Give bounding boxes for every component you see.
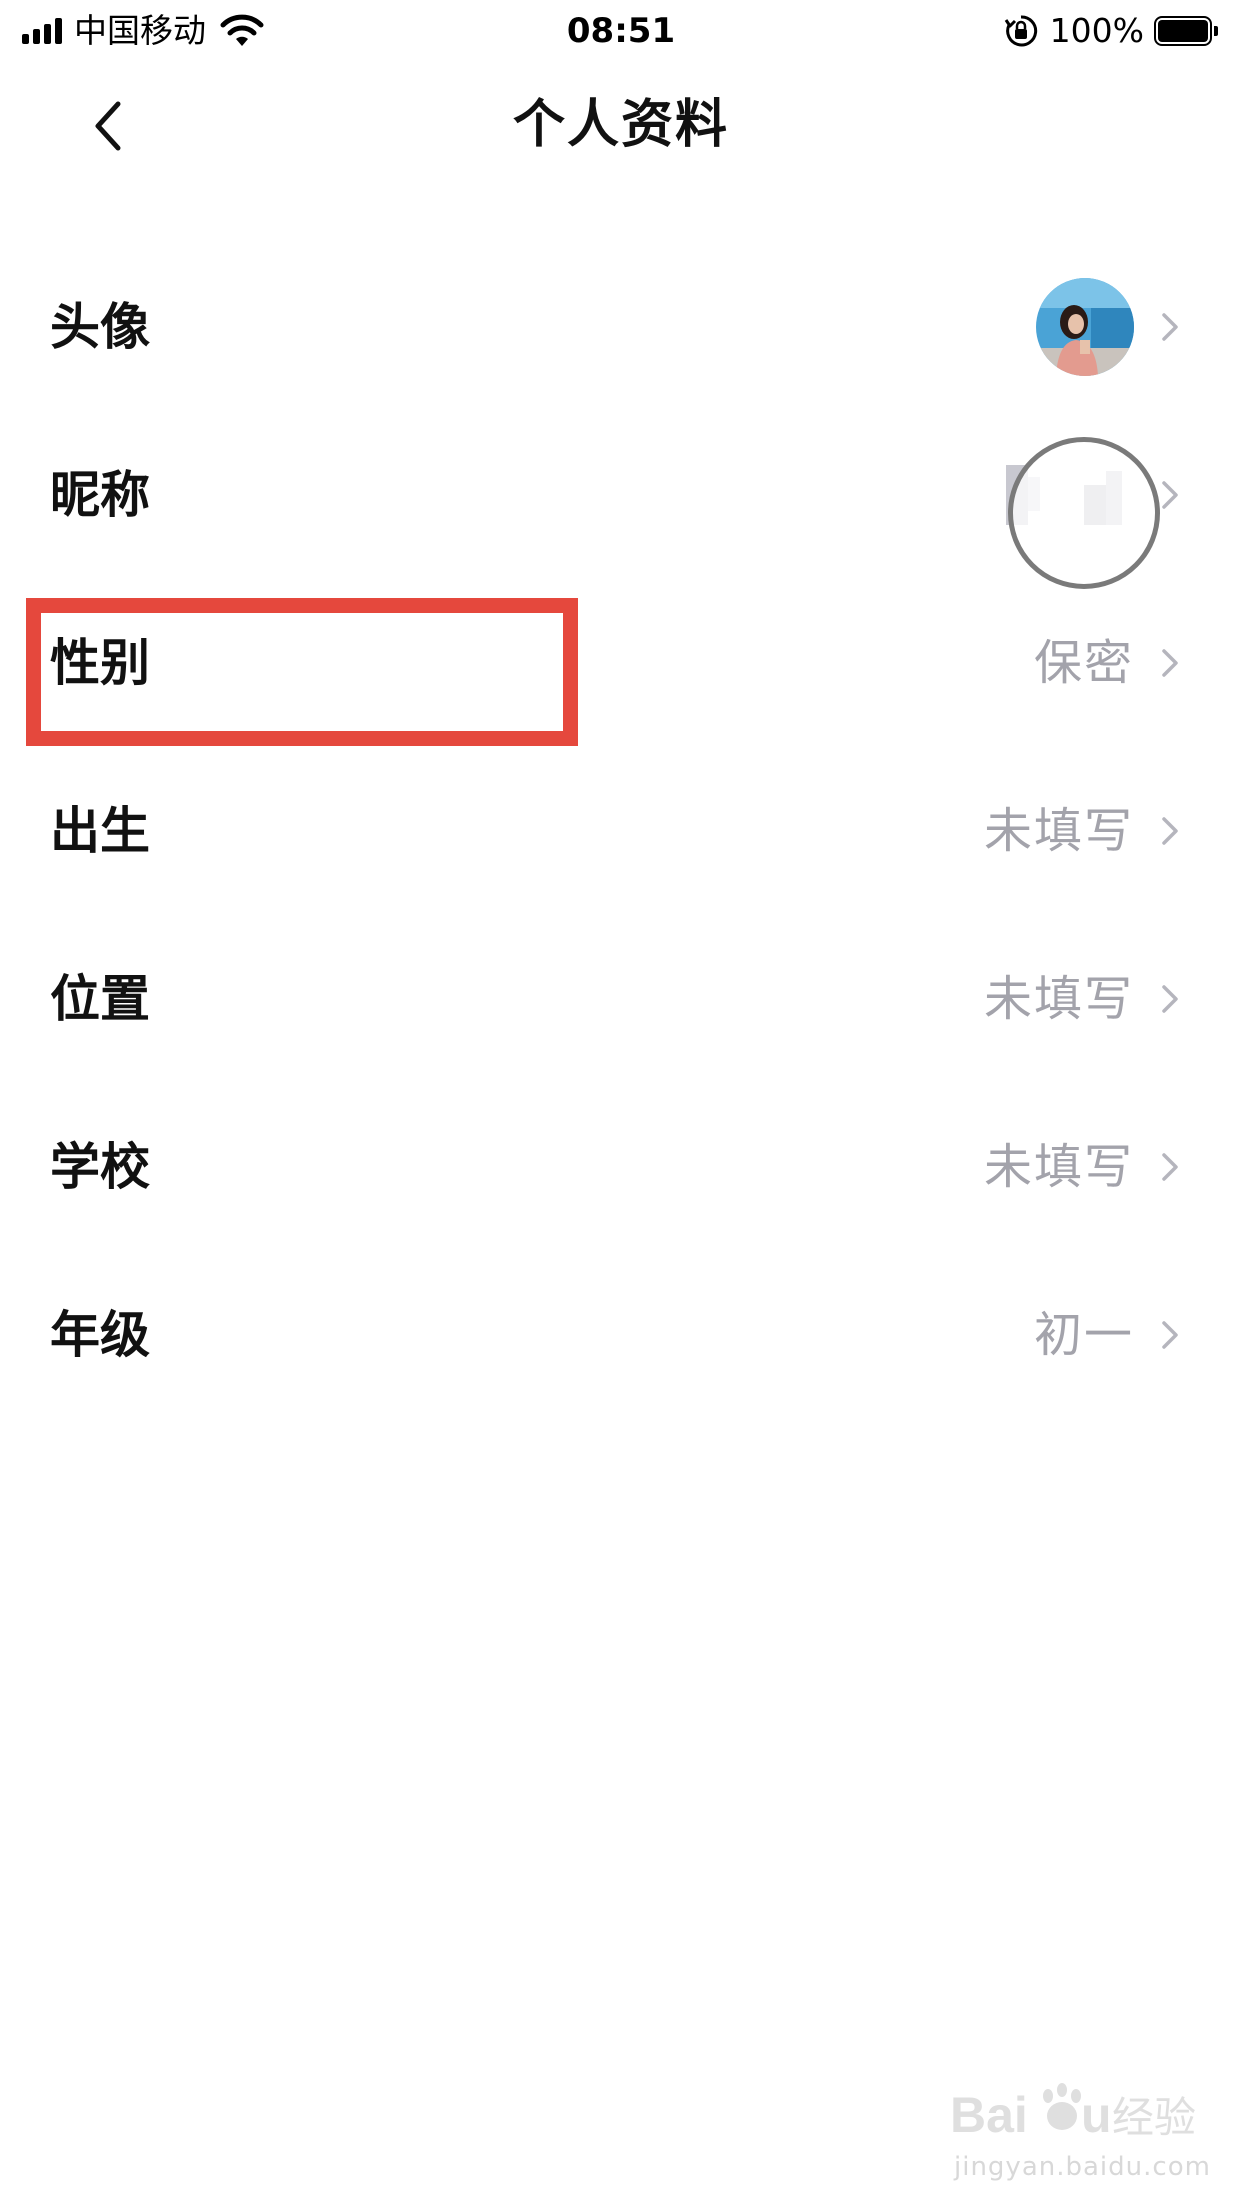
row-value: 未填写 — [983, 971, 1134, 1027]
battery-icon — [1154, 16, 1218, 46]
baidu-jingyan-logo: Bai u 经验 — [950, 2080, 1210, 2150]
annotation-highlight-box — [26, 598, 578, 746]
watermark-url: jingyan.baidu.com — [954, 2152, 1211, 2182]
status-bar: 中国移动 08:51 100% — [0, 0, 1242, 62]
nav-bar: 个人资料 — [0, 62, 1242, 192]
row-value: 初一 — [1033, 1307, 1134, 1363]
status-right: 100% — [1004, 8, 1218, 54]
svg-text:u: u — [1081, 2087, 1112, 2143]
row-value: 保密 — [1033, 635, 1134, 691]
profile-row-location[interactable]: 位置 未填写 — [0, 915, 1242, 1083]
profile-row-school[interactable]: 学校 未填写 — [0, 1083, 1242, 1251]
page-title: 个人资料 — [512, 95, 729, 155]
battery-percent: 100% — [1049, 11, 1144, 50]
chevron-right-icon — [1148, 809, 1192, 853]
row-label: 头像 — [50, 298, 150, 356]
chevron-right-icon — [1148, 977, 1192, 1021]
avatar — [1036, 278, 1134, 376]
profile-row-grade[interactable]: 年级 初一 — [0, 1251, 1242, 1419]
chevron-right-icon — [1148, 1313, 1192, 1357]
row-label: 昵称 — [50, 466, 150, 524]
profile-row-birth[interactable]: 出生 未填写 — [0, 747, 1242, 915]
row-label: 位置 — [50, 970, 150, 1028]
row-label: 年级 — [50, 1306, 150, 1364]
orientation-lock-icon — [1004, 15, 1037, 47]
watermark: Bai u 经验 jingyan.baidu.com — [950, 2070, 1210, 2188]
svg-text:Bai: Bai — [950, 2087, 1028, 2143]
chevron-right-icon — [1148, 641, 1192, 685]
row-label: 学校 — [50, 1138, 150, 1196]
row-value: 未填写 — [983, 1139, 1134, 1195]
row-label: 出生 — [50, 802, 150, 860]
profile-list: 头像 昵称 性别 保密 出生 未填写 位置 未填写 学校 未填写 年级 初一 — [0, 243, 1242, 1419]
row-value: 未填写 — [983, 803, 1134, 859]
touch-indicator — [1008, 437, 1160, 589]
chevron-right-icon — [1148, 1145, 1192, 1189]
chevron-right-icon — [1148, 305, 1192, 349]
profile-row-avatar[interactable]: 头像 — [0, 243, 1242, 411]
svg-text:经验: 经验 — [1112, 2093, 1196, 2142]
